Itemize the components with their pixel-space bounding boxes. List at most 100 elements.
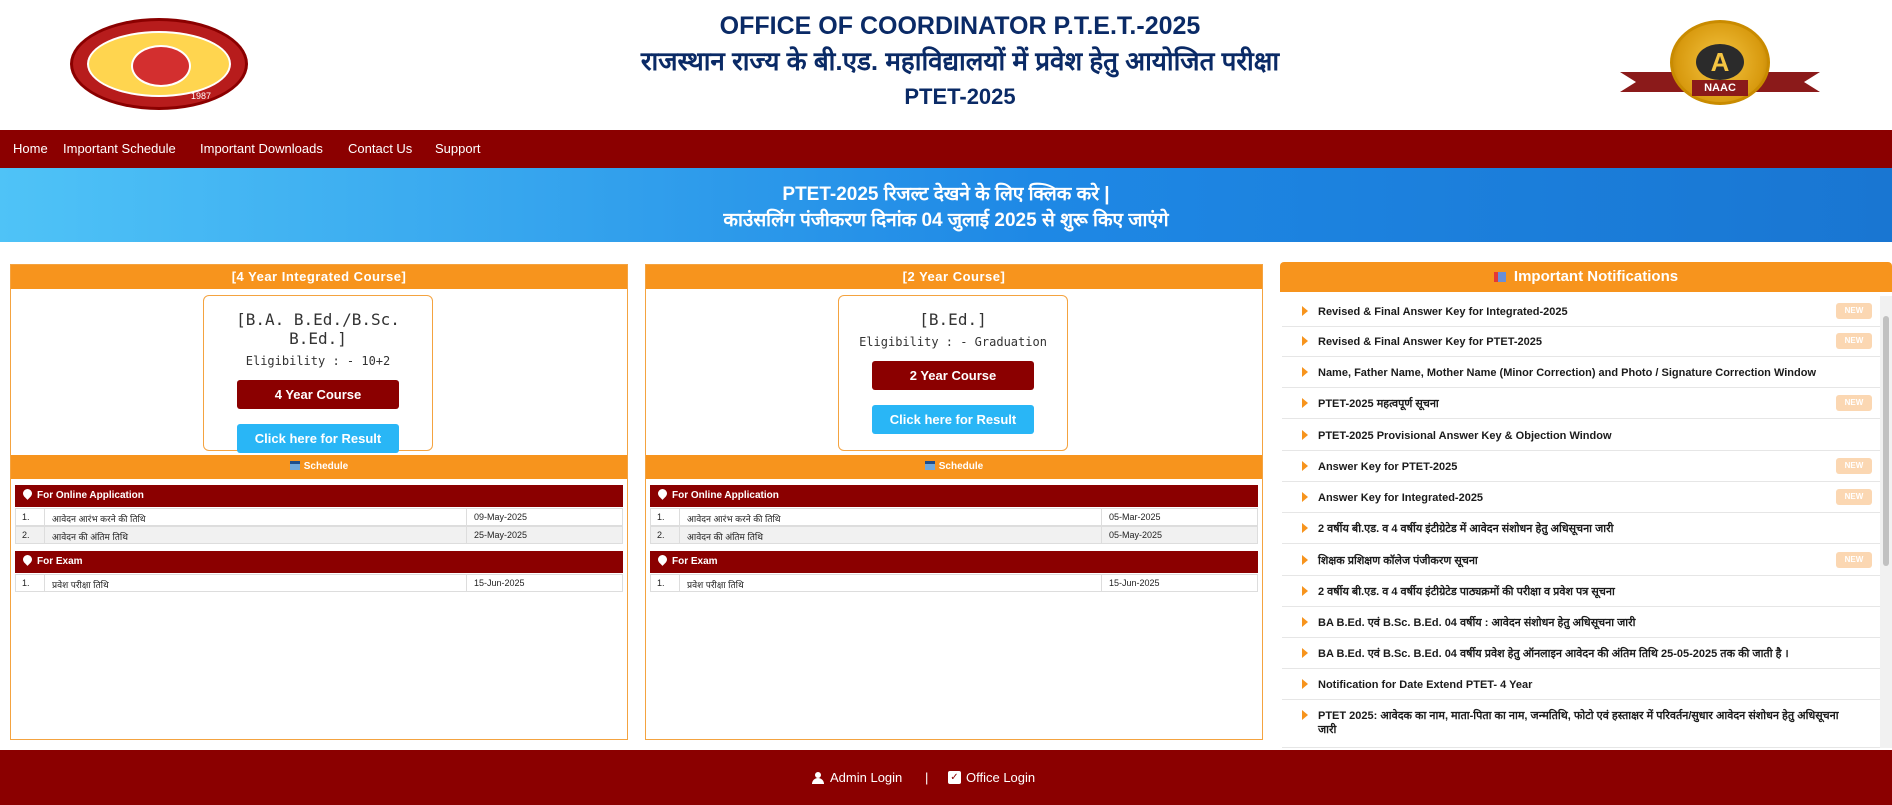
course-panel-header: [4 Year Integrated Course]: [11, 265, 627, 289]
arrow-right-icon: [1302, 336, 1308, 346]
notification-item[interactable]: PTET 2025: आवेदक का नाम, माता-पिता का ना…: [1282, 700, 1880, 748]
notification-text[interactable]: PTET 2025: आवेदक का नाम, माता-पिता का ना…: [1318, 709, 1858, 737]
notification-text[interactable]: PTET-2025 महत्वपूर्ण सूचना: [1318, 397, 1858, 411]
exam-label: For Exam: [37, 556, 83, 567]
row-date: 05-Mar-2025: [1109, 512, 1161, 522]
notifications-scrollbar[interactable]: [1880, 296, 1892, 748]
user-icon: [812, 772, 824, 784]
row-date: 25-May-2025: [474, 530, 528, 540]
site-footer: Admin Login | ✓ Office Login: [0, 750, 1892, 805]
university-logo[interactable]: 1987: [70, 18, 248, 110]
scrollbar-thumb[interactable]: [1883, 316, 1889, 566]
checkbox-icon: ✓: [948, 771, 961, 784]
pin-icon: [21, 487, 34, 500]
row-number: 2.: [22, 530, 30, 540]
row-number: 1.: [657, 578, 665, 588]
row-label: आवेदन आरंभ करने की तिथि: [52, 514, 146, 524]
notification-text[interactable]: शिक्षक प्रशिक्षण कॉलेज पंजीकरण सूचना: [1318, 554, 1858, 568]
arrow-right-icon: [1302, 648, 1308, 658]
new-badge: NEW: [1836, 552, 1872, 568]
notification-text[interactable]: Notification for Date Extend PTET- 4 Yea…: [1318, 678, 1858, 692]
notification-icon: [1493, 272, 1506, 282]
row-label: प्रवेश परीक्षा तिथि: [52, 580, 109, 590]
admin-login-link[interactable]: Admin Login: [830, 770, 902, 785]
notification-item[interactable]: Revised & Final Answer Key for Integrate…: [1282, 296, 1880, 327]
notification-text[interactable]: 2 वर्षीय बी.एड. व 4 वर्षीय इंटीग्रेटेड प…: [1318, 585, 1858, 599]
nav-important-downloads[interactable]: Important Downloads: [200, 130, 323, 168]
notification-item[interactable]: Notification for Date Extend PTET- 4 Yea…: [1282, 669, 1880, 700]
row-number: 1.: [22, 578, 30, 588]
notification-text[interactable]: Revised & Final Answer Key for PTET-2025: [1318, 335, 1858, 349]
course-eligibility: Eligibility : - Graduation: [859, 335, 1047, 349]
notification-item[interactable]: शिक्षक प्रशिक्षण कॉलेज पंजीकरण सूचना NEW: [1282, 545, 1880, 576]
nav-home[interactable]: Home: [13, 130, 48, 168]
logo-ring: 1987: [87, 31, 231, 101]
table-row: 1. प्रवेश परीक्षा तिथि 15-Jun-2025: [15, 574, 623, 592]
pin-icon: [656, 553, 669, 566]
notifications-panel: Important Notifications Revised & Final …: [1280, 262, 1892, 748]
row-number: 1.: [657, 512, 665, 522]
new-badge: NEW: [1836, 489, 1872, 505]
course-name: [B.A. B.Ed./B.Sc. B.Ed.]: [236, 310, 400, 348]
notification-item[interactable]: Revised & Final Answer Key for PTET-2025…: [1282, 326, 1880, 357]
notification-item[interactable]: BA B.Ed. एवं B.Sc. B.Ed. 04 वर्षीय प्रवे…: [1282, 638, 1880, 669]
arrow-right-icon: [1302, 586, 1308, 596]
online-application-label: For Online Application: [37, 490, 144, 501]
arrow-right-icon: [1302, 430, 1308, 440]
notifications-title: Important Notifications: [1513, 268, 1679, 285]
nav-contact-us[interactable]: Contact Us: [348, 130, 412, 168]
exam-header: For Exam: [15, 551, 623, 573]
course-name: [B.Ed.]: [919, 310, 987, 329]
online-application-label: For Online Application: [672, 490, 779, 501]
main-nav: Home Important Schedule Important Downlo…: [0, 130, 1892, 168]
notification-text[interactable]: Answer Key for Integrated-2025: [1318, 491, 1858, 505]
arrow-right-icon: [1302, 555, 1308, 565]
logo-year: 1987: [191, 91, 212, 101]
row-date: 15-Jun-2025: [1109, 578, 1160, 588]
nav-support[interactable]: Support: [435, 130, 481, 168]
notification-item[interactable]: 2 वर्षीय बी.एड. व 4 वर्षीय इंटीग्रेटेड प…: [1282, 576, 1880, 607]
pin-icon: [21, 553, 34, 566]
schedule-label: Schedule: [938, 461, 984, 472]
notification-item[interactable]: Name, Father Name, Mother Name (Minor Co…: [1282, 357, 1880, 388]
naac-label: NAAC: [1692, 80, 1748, 96]
notification-item[interactable]: Answer Key for PTET-2025 NEW: [1282, 451, 1880, 482]
new-badge: NEW: [1836, 395, 1872, 411]
row-number: 1.: [22, 512, 30, 522]
notifications-header: Important Notifications: [1280, 262, 1892, 292]
notification-text[interactable]: BA B.Ed. एवं B.Sc. B.Ed. 04 वर्षीय : आवे…: [1318, 616, 1858, 630]
result-button-4-year[interactable]: Click here for Result: [237, 424, 399, 453]
notification-item[interactable]: Answer Key for Integrated-2025 NEW: [1282, 482, 1880, 513]
row-date: 15-Jun-2025: [474, 578, 525, 588]
notification-item[interactable]: PTET-2025 महत्वपूर्ण सूचना NEW: [1282, 388, 1880, 419]
calendar-icon: [924, 461, 935, 470]
notification-text[interactable]: Answer Key for PTET-2025: [1318, 460, 1858, 474]
notification-item[interactable]: 2 वर्षीय बी.एड. व 4 वर्षीय इंटीग्रेटेड म…: [1282, 513, 1880, 544]
course-button-4-year[interactable]: 4 Year Course: [237, 380, 399, 409]
office-login-link[interactable]: Office Login: [966, 770, 1035, 785]
course-button-2-year[interactable]: 2 Year Course: [872, 361, 1034, 390]
notification-text[interactable]: PTET-2025 Provisional Answer Key & Objec…: [1318, 429, 1858, 443]
schedule-header: Schedule: [646, 455, 1262, 479]
announcement-banner[interactable]: PTET-2025 रिजल्ट देखने के लिए क्लिक करे …: [0, 168, 1892, 242]
banner-result-link[interactable]: PTET-2025 रिजल्ट देखने के लिए क्लिक करे …: [0, 180, 1892, 206]
new-badge: NEW: [1836, 333, 1872, 349]
notification-text[interactable]: 2 वर्षीय बी.एड. व 4 वर्षीय इंटीग्रेटेड म…: [1318, 522, 1858, 536]
notification-text[interactable]: Name, Father Name, Mother Name (Minor Co…: [1318, 366, 1858, 380]
nav-important-schedule[interactable]: Important Schedule: [63, 130, 176, 168]
result-button-2-year[interactable]: Click here for Result: [872, 405, 1034, 434]
notification-item[interactable]: BA B.Ed. एवं B.Sc. B.Ed. 04 वर्षीय : आवे…: [1282, 607, 1880, 638]
row-label: आवेदन की अंतिम तिथि: [52, 532, 128, 542]
notifications-list[interactable]: Revised & Final Answer Key for Integrate…: [1280, 296, 1880, 748]
banner-counselling-text: काउंसलिंग पंजीकरण दिनांक 04 जुलाई 2025 स…: [723, 210, 1169, 231]
table-row: 1. आवेदन आरंभ करने की तिथि 09-May-2025: [15, 508, 623, 526]
notification-text[interactable]: BA B.Ed. एवं B.Sc. B.Ed. 04 वर्षीय प्रवे…: [1318, 647, 1858, 661]
footer-separator: |: [925, 770, 929, 785]
notification-text[interactable]: Revised & Final Answer Key for Integrate…: [1318, 305, 1858, 319]
course-box: [B.A. B.Ed./B.Sc. B.Ed.] Eligibility : -…: [203, 295, 433, 453]
notification-item[interactable]: PTET-2025 Provisional Answer Key & Objec…: [1282, 420, 1880, 451]
row-date: 09-May-2025: [474, 512, 528, 522]
arrow-right-icon: [1302, 492, 1308, 502]
row-label: आवेदन आरंभ करने की तिथि: [687, 514, 781, 524]
arrow-right-icon: [1302, 710, 1308, 720]
